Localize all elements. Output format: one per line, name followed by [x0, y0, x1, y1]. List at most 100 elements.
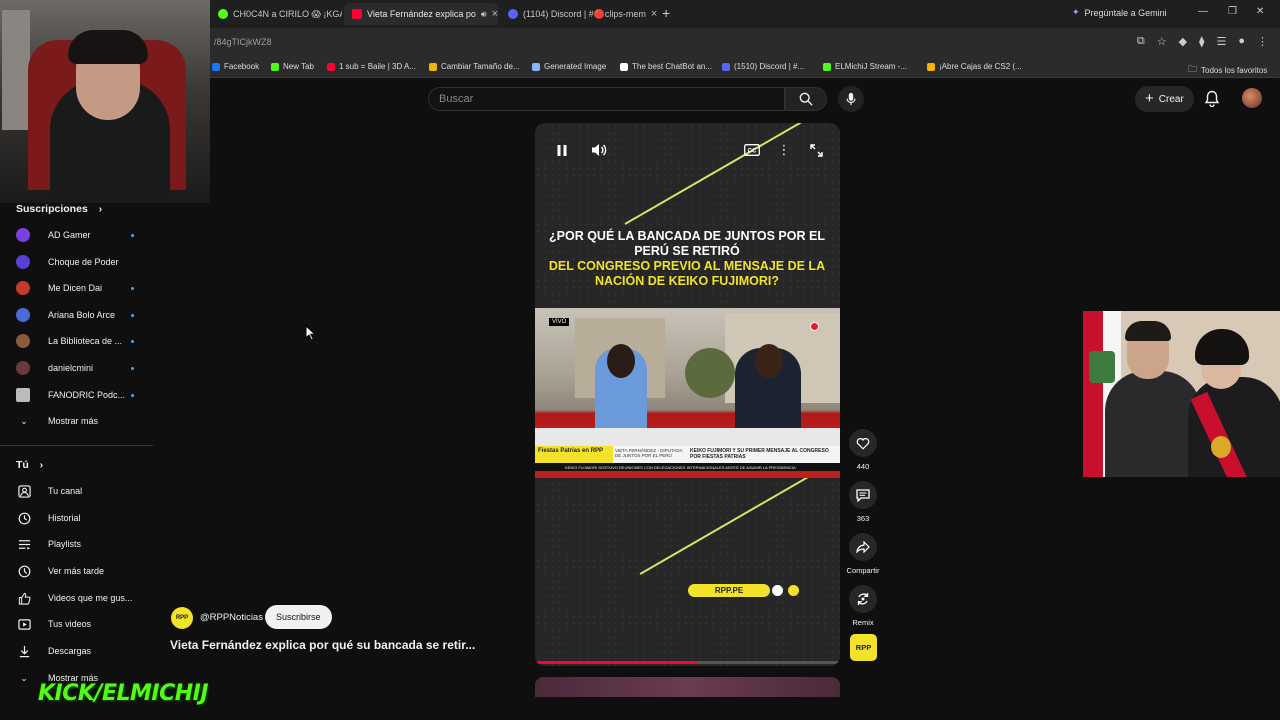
guest-caption: VIETA FERNÁNDEZ · DIPUTADA DE JUNTOS POR…: [615, 448, 683, 458]
bookmark-item[interactable]: (1510) Discord | #...: [722, 62, 804, 71]
account-avatar[interactable]: [1242, 88, 1262, 108]
youtube-icon: [327, 62, 335, 71]
next-short-preview[interactable]: [535, 677, 840, 697]
window-close-icon[interactable]: ✕: [1256, 6, 1264, 17]
new-content-dot: [131, 339, 134, 343]
peru-flag: [1083, 311, 1103, 477]
browser-tab-kick[interactable]: CH0C4N a CIRILO 😱 ¡KGAI ×: [210, 3, 342, 25]
subscription-item[interactable]: Ariana Bolo Arce: [16, 305, 136, 325]
bookmark-item[interactable]: New Tab: [271, 62, 314, 71]
embedded-news-video: VIVO Fiestas Patrias en RPP VIETA FERNÁN…: [535, 308, 840, 478]
tab-label: (1104) Discord | #🔴clips-mem: [523, 8, 646, 19]
subscription-item[interactable]: La Biblioteca de ...: [16, 331, 136, 351]
create-button[interactable]: + Crear: [1135, 86, 1194, 112]
close-icon[interactable]: ×: [651, 8, 657, 20]
sidebar-item-liked-videos[interactable]: Videos que me gus...: [16, 588, 132, 608]
all-bookmarks-folder[interactable]: 🗀︎ Todos los favoritos: [1188, 62, 1267, 78]
subscription-item[interactable]: danielcmini: [16, 358, 136, 378]
bookmark-item[interactable]: Cambiar Tamaño de...: [429, 62, 520, 71]
search-button[interactable]: [785, 87, 827, 111]
voice-search-button[interactable]: [838, 86, 864, 112]
kick-channel-watermark: KICK/ELMICHIJ: [38, 681, 209, 706]
sidebar-item-playlists[interactable]: Playlists: [16, 534, 81, 554]
bookmark-item[interactable]: 1 sub = Baile | 3D A...: [327, 62, 416, 71]
youtube-favicon-icon: [352, 9, 362, 19]
new-tab-plus-icon[interactable]: +: [662, 5, 670, 21]
thumbs-up-icon: [18, 592, 31, 605]
channel-handle[interactable]: @RPPNoticias: [200, 612, 263, 623]
kick-icon: [271, 62, 279, 71]
new-content-dot: [131, 313, 134, 317]
channel-logo-button[interactable]: RPP: [850, 634, 877, 661]
browser-tab-youtube[interactable]: Vieta Fernández explica po 🔊︎ ×: [344, 3, 498, 25]
comments-button[interactable]: 363: [848, 481, 878, 523]
watch-later-icon: [18, 565, 30, 577]
subscribe-button[interactable]: Suscribirse: [265, 605, 332, 629]
search-input[interactable]: Buscar: [428, 87, 785, 111]
sidebar-item-watch-later[interactable]: Ver más tarde: [16, 561, 104, 581]
more-options-icon[interactable]: ⋮: [777, 141, 791, 159]
cast-icon[interactable]: ⧉: [1137, 35, 1145, 48]
notifications-button[interactable]: [1204, 90, 1220, 112]
discord-icon: [722, 62, 730, 71]
new-content-dot: [131, 393, 134, 397]
minimize-icon[interactable]: —: [1198, 6, 1208, 17]
subscription-item[interactable]: FANODRIC Podc...: [16, 385, 136, 405]
sidebar-item-your-channel[interactable]: Tu canal: [16, 481, 82, 501]
menu-kebab-icon[interactable]: ⋮: [1257, 35, 1268, 48]
search-icon: [799, 92, 813, 106]
like-button[interactable]: 440: [848, 429, 878, 471]
gemini-sparkle-icon: ✦: [1072, 7, 1080, 17]
bookmark-item[interactable]: ELMichiJ Stream -...: [823, 62, 907, 71]
shorts-player[interactable]: CC ⋮ ¿Por qué la bancada de Juntos por e…: [535, 123, 840, 666]
subscription-item[interactable]: AD Gamer: [16, 225, 136, 245]
woman-hair: [1195, 329, 1249, 365]
pause-button[interactable]: [553, 141, 571, 159]
show-more-subscriptions[interactable]: ⌄ Mostrar más: [16, 411, 98, 431]
fullscreen-button[interactable]: [807, 141, 825, 159]
discord-favicon-icon: [508, 9, 518, 19]
new-content-dot: [131, 233, 134, 237]
playback-progress-bar[interactable]: [535, 661, 840, 664]
volume-button[interactable]: [590, 141, 608, 159]
sidebar-divider: [0, 445, 153, 446]
subscriptions-header[interactable]: Suscripciones ›: [16, 203, 102, 215]
rpp-brand-pill: RPP.PE: [688, 584, 770, 597]
bookmark-item[interactable]: The best ChatBot an...: [620, 62, 712, 71]
subscription-item[interactable]: Choque de Poder: [16, 252, 136, 272]
remix-button[interactable]: Remix: [848, 585, 878, 627]
url-text[interactable]: /84gTICjkWZ8: [214, 37, 272, 47]
you-section-header[interactable]: Tú ›: [16, 459, 43, 471]
subscription-item[interactable]: Me Dicen Dai: [16, 278, 136, 298]
browser-tab-discord[interactable]: (1104) Discord | #🔴clips-mem ×: [500, 3, 658, 25]
captions-button[interactable]: CC: [742, 141, 762, 159]
profile-icon[interactable]: ●: [1238, 35, 1245, 48]
bookmark-item[interactable]: Facebook: [212, 62, 259, 71]
sidebar-item-history[interactable]: Historial: [16, 508, 81, 528]
host-head: [755, 344, 783, 378]
sidebar-item-your-videos[interactable]: Tus videos: [16, 614, 91, 634]
gemini-button[interactable]: ✦ Pregúntale a Gemini: [1072, 7, 1167, 18]
tab-label: Vieta Fernández explica po: [367, 9, 476, 19]
close-icon[interactable]: ×: [492, 8, 498, 20]
bookmark-item[interactable]: Generated Image: [532, 62, 606, 71]
remix-icon: [857, 593, 869, 605]
short-title[interactable]: Vieta Fernández explica por qué su banca…: [170, 638, 475, 652]
brand-dot: [788, 585, 799, 596]
extension-icon[interactable]: ◆: [1179, 35, 1187, 48]
puzzle-extensions-icon[interactable]: ⧫: [1199, 35, 1204, 48]
share-button[interactable]: Compartir: [847, 533, 879, 575]
sidebar-item-downloads[interactable]: Descargas: [16, 641, 91, 661]
news-lower-third: Fiestas Patrias en RPP VIETA FERNÁNDEZ ·…: [535, 446, 840, 471]
audio-playing-icon[interactable]: 🔊︎: [481, 9, 487, 20]
channel-avatar[interactable]: RPP: [171, 607, 193, 629]
reading-list-icon[interactable]: ☰: [1216, 35, 1226, 48]
generated-image-icon: [532, 62, 540, 71]
history-icon: [18, 512, 30, 524]
chevron-right-icon: ›: [39, 460, 44, 471]
channel-avatar: [16, 255, 30, 269]
bookmark-star-icon[interactable]: ☆: [1157, 35, 1167, 48]
share-label: Compartir: [846, 566, 880, 575]
maximize-icon[interactable]: ❐: [1228, 6, 1237, 17]
bookmark-item[interactable]: ¡Abre Cajas de CS2 (...: [927, 62, 1022, 71]
